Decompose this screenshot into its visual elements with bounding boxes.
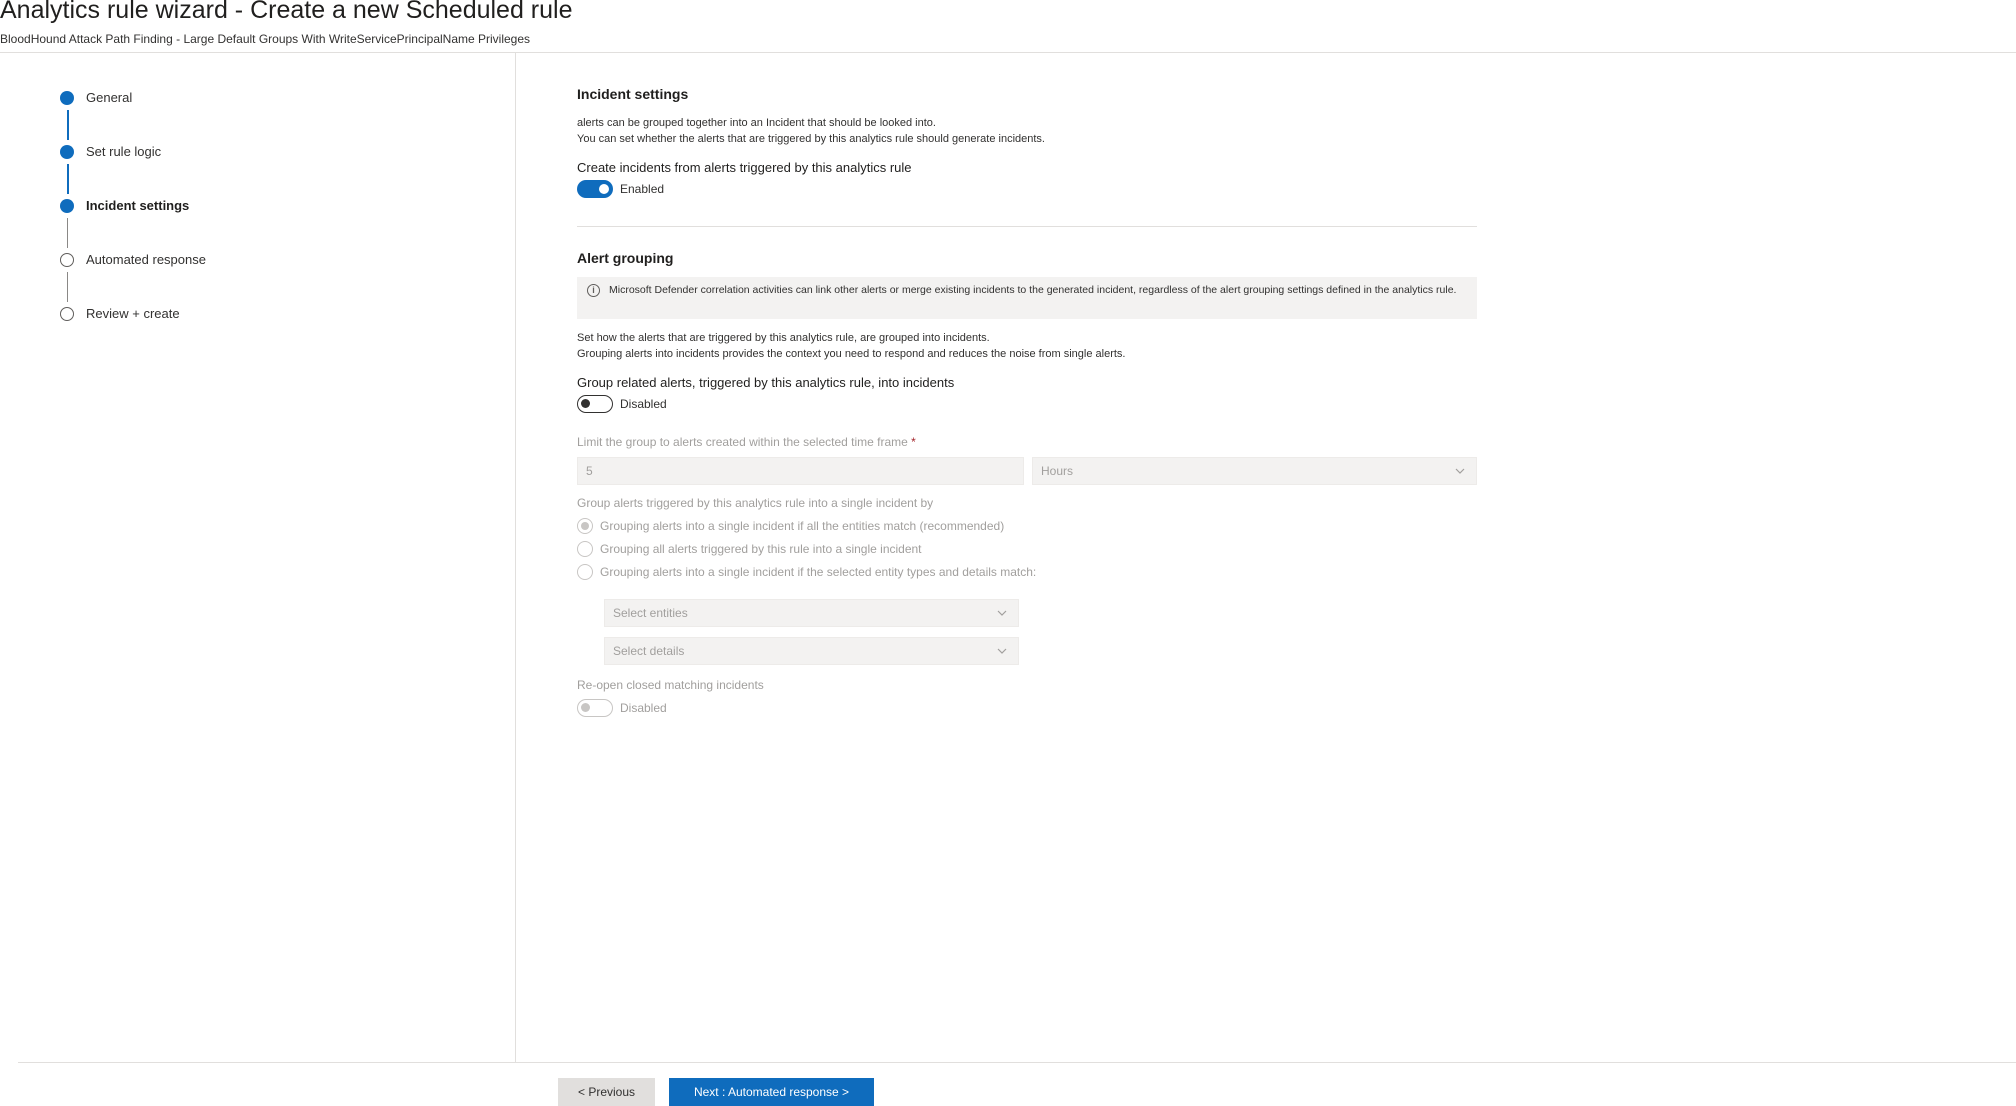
chevron-down-icon: [997, 648, 1007, 654]
select-entities-dropdown[interactable]: Select entities: [604, 599, 1019, 627]
wizard-steps: General Set rule logic Incident settings…: [0, 52, 516, 1062]
step-current-icon: [60, 199, 74, 213]
step-complete-icon: [60, 145, 74, 159]
step-label: Incident settings: [86, 198, 190, 213]
toggle-knob: [581, 399, 590, 408]
page-header: Analytics rule wizard - Create a new Sch…: [0, 0, 2016, 53]
limit-group-label: Limit the group to alerts created within…: [577, 435, 916, 449]
create-incidents-status: Enabled: [620, 182, 665, 196]
info-banner-text: Microsoft Defender correlation activitie…: [609, 284, 1457, 296]
radio-all-entities-match[interactable]: [577, 518, 593, 534]
select-entities-placeholder: Select entities: [613, 606, 688, 620]
time-frame-unit: Hours: [1041, 464, 1074, 478]
step-connector: [67, 218, 68, 248]
step-label: Automated response: [86, 252, 206, 267]
reopen-incidents-toggle[interactable]: [577, 699, 613, 717]
alert-grouping-description: Set how the alerts that are triggered by…: [577, 332, 990, 344]
toggle-knob: [599, 184, 609, 194]
create-incidents-label: Create incidents from alerts triggered b…: [577, 160, 912, 175]
previous-button[interactable]: < Previous: [558, 1078, 655, 1106]
time-frame-value-input[interactable]: 5: [577, 457, 1024, 485]
step-label: Review + create: [86, 306, 180, 321]
step-label: Set rule logic: [86, 144, 162, 159]
page-subtitle: BloodHound Attack Path Finding - Large D…: [0, 32, 531, 46]
select-details-placeholder: Select details: [613, 644, 685, 658]
chevron-down-icon: [1455, 468, 1465, 474]
radio-all-alerts-single-incident[interactable]: [577, 541, 593, 557]
step-label: General: [86, 90, 133, 105]
radio-label: Grouping all alerts triggered by this ru…: [600, 542, 922, 556]
radio-label: Grouping alerts into a single incident i…: [600, 519, 1005, 533]
reopen-incidents-status: Disabled: [620, 701, 667, 715]
info-icon: i: [587, 284, 600, 297]
step-connector: [67, 164, 69, 194]
group-alerts-label: Group related alerts, triggered by this …: [577, 375, 955, 390]
step-connector: [67, 272, 68, 302]
section-divider: [577, 226, 1477, 227]
step-connector: [67, 110, 69, 140]
step-pending-icon: [60, 253, 74, 267]
next-button[interactable]: Next : Automated response >: [669, 1078, 874, 1106]
step-pending-icon: [60, 307, 74, 321]
radio-selected-entities-match[interactable]: [577, 564, 593, 580]
group-by-label: Group alerts triggered by this analytics…: [577, 496, 934, 510]
reopen-incidents-label: Re-open closed matching incidents: [577, 678, 764, 692]
info-banner: i Microsoft Defender correlation activit…: [577, 277, 1477, 319]
chevron-down-icon: [997, 610, 1007, 616]
group-alerts-toggle[interactable]: [577, 395, 613, 413]
page-title: Analytics rule wizard - Create a new Sch…: [0, 0, 573, 24]
radio-label: Grouping alerts into a single incident i…: [600, 565, 1037, 579]
step-complete-icon: [60, 91, 74, 105]
select-details-dropdown[interactable]: Select details: [604, 637, 1019, 665]
incident-settings-description: You can set whether the alerts that are …: [577, 133, 1045, 145]
incident-settings-description: alerts can be grouped together into an I…: [577, 117, 936, 129]
incident-settings-heading: Incident settings: [577, 86, 689, 102]
time-frame-unit-dropdown[interactable]: Hours: [1032, 457, 1477, 485]
create-incidents-toggle[interactable]: [577, 180, 613, 198]
required-marker: *: [911, 435, 916, 449]
alert-grouping-heading: Alert grouping: [577, 250, 674, 266]
time-frame-value: 5: [586, 464, 593, 478]
toggle-knob: [581, 703, 590, 712]
limit-group-label-text: Limit the group to alerts created within…: [577, 435, 908, 449]
alert-grouping-description: Grouping alerts into incidents provides …: [577, 348, 1126, 360]
footer-divider: [18, 1062, 2016, 1063]
group-alerts-status: Disabled: [620, 397, 667, 411]
